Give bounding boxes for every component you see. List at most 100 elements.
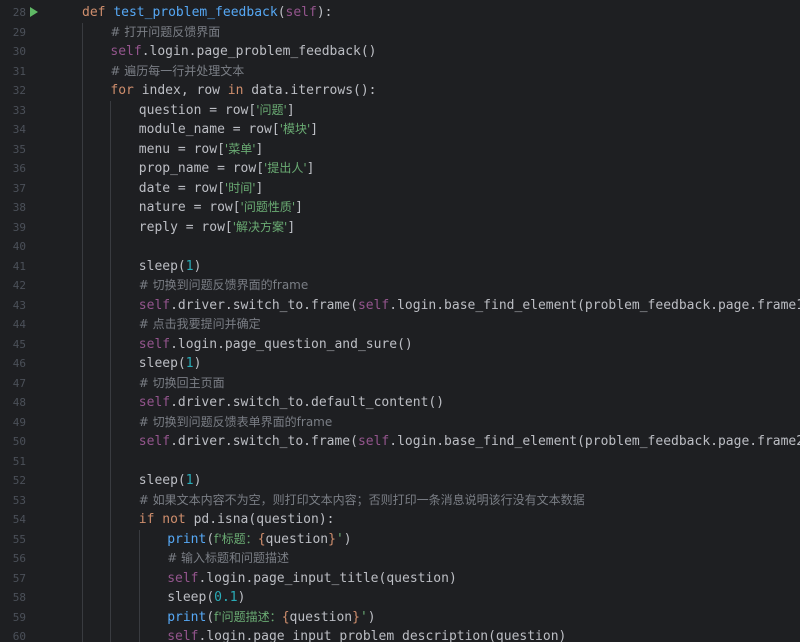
code-line[interactable]: 39 reply = row['解决方案'] (0, 217, 800, 237)
code-line[interactable]: 33 question = row['问题'] (0, 100, 800, 121)
line-number: 33 (12, 103, 26, 117)
code-text: question = row['问题'] (139, 101, 295, 121)
indent-guide (82, 100, 83, 120)
indent-guide (110, 315, 112, 335)
code-token: # 如果文本内容不为空，则打印文本内容；否则打印一条消息说明该行没有文本数据 (138, 492, 585, 507)
indent-guide (138, 607, 140, 627)
code-text: # 遍历每一行并处理文本 (110, 62, 244, 82)
code-line[interactable]: 29 # 打开问题反馈界面 (0, 22, 800, 42)
code-token: '菜单' (224, 141, 256, 156)
code-token: sleep( (138, 258, 186, 274)
code-text: nature = row['问题性质'] (139, 198, 303, 218)
code-token: self (110, 44, 142, 59)
code-line[interactable]: 34 module_name = row['模块'] (0, 120, 800, 140)
code-line[interactable]: 35 menu = row['菜单'] (0, 139, 800, 159)
line-number: 48 (12, 396, 26, 409)
code-line[interactable]: 56 # 输入标题和问题描述 (0, 549, 800, 569)
code-token: prop_name = row[ (138, 161, 265, 176)
indent-guide (110, 412, 112, 432)
code-line[interactable]: 38 nature = row['问题性质'] (0, 198, 800, 218)
code-token: pd.isna(question): (193, 512, 335, 527)
code-token: .login.base_find_element(problem_feedbac… (389, 297, 800, 313)
code-token: self (167, 629, 199, 642)
indent-guide (110, 627, 112, 642)
line-number: 51 (12, 454, 26, 468)
indent-guide (82, 237, 83, 257)
indent-guide (110, 373, 112, 393)
indent-guide (82, 81, 83, 101)
code-line[interactable]: 32 for index, row in data.iterrows(): (0, 81, 800, 101)
code-line[interactable]: 55 print(f'标题：{question}') (0, 529, 800, 549)
code-line[interactable]: 49 # 切换到问题反馈表单界面的frame (0, 412, 800, 432)
code-line[interactable]: 52 sleep(1) (0, 471, 800, 491)
code-line[interactable]: 43 self.driver.switch_to.frame(self.login… (0, 295, 800, 316)
indent-guide (82, 22, 83, 42)
indent-guide (110, 549, 112, 569)
code-token: test_problem_feedback (113, 5, 278, 20)
code-token: self (285, 5, 317, 20)
indent-guide (110, 256, 112, 276)
code-token: # 切换回主页面 (138, 375, 225, 390)
indent-guide (82, 295, 83, 315)
code-line[interactable]: 30 self.login.page_problem_feedback() (0, 42, 800, 62)
run-icon[interactable] (30, 7, 38, 17)
indent-guide (110, 393, 112, 413)
code-token: question = row[ (138, 102, 257, 118)
indent-guide (82, 373, 83, 393)
code-line[interactable]: 37 date = row['时间'] (0, 178, 800, 199)
code-line[interactable]: 45 self.login.page_question_and_sure() (0, 334, 800, 354)
code-token: def (82, 5, 114, 20)
code-line[interactable]: 36 prop_name = row['提出人'] (0, 159, 800, 179)
line-number: 47 (12, 376, 26, 390)
line-number: 34 (12, 123, 26, 136)
code-line[interactable]: 44 # 点击我要提问并确定 (0, 315, 800, 335)
code-token: 1 (185, 356, 194, 371)
code-token: ) (193, 356, 202, 371)
code-text: date = row['时间'] (139, 179, 264, 199)
indent-guide (82, 529, 83, 549)
indent-guide (138, 549, 140, 569)
indent-guide (138, 627, 140, 642)
code-text: # 点击我要提问并确定 (139, 315, 261, 335)
code-token: .login.page_problem_feedback() (141, 44, 377, 59)
code-line[interactable]: 60 self.login.page_input_problem_descript… (0, 627, 800, 642)
code-line[interactable]: 54 if not pd.isna(question): (0, 510, 800, 530)
code-token: } (352, 609, 360, 625)
code-token: self (138, 434, 171, 449)
indent-guide (110, 334, 112, 354)
code-line[interactable]: 59 print(f'问题描述：{question}') (0, 607, 800, 628)
code-token: # 切换到问题反馈表单界面的frame (138, 414, 333, 429)
code-text: sleep(1) (139, 354, 202, 374)
code-text: print(f'问题描述：{question}') (167, 608, 375, 628)
code-token: module_name = row[ (138, 122, 280, 137)
code-token: ( (206, 531, 215, 547)
code-line[interactable]: 40 (0, 237, 800, 257)
indent-guide (82, 607, 83, 627)
code-token: question (265, 531, 329, 547)
code-line[interactable]: 31 # 遍历每一行并处理文本 (0, 61, 800, 82)
code-token: f'问题描述： (214, 609, 282, 624)
code-line[interactable]: 42 # 切换到问题反馈界面的frame (0, 276, 800, 296)
code-line[interactable]: 47 # 切换回主页面 (0, 373, 800, 393)
line-number: 31 (12, 64, 26, 78)
indent-guide (82, 412, 83, 432)
indent-guide (82, 120, 83, 140)
code-line[interactable]: 57 self.login.page_input_title(question) (0, 568, 800, 588)
code-line[interactable]: 51 (0, 451, 800, 471)
code-token: 1 (185, 473, 194, 488)
code-text: sleep(0.1) (167, 588, 245, 608)
line-number: 60 (12, 630, 26, 642)
code-line[interactable]: 48 self.driver.switch_to.default_content(… (0, 393, 800, 413)
code-text: self.driver.switch_to.frame(self.login.b… (139, 296, 800, 316)
code-line[interactable]: 41 sleep(1) (0, 256, 800, 277)
code-line[interactable]: 53 # 如果文本内容不为空，则打印文本内容；否则打印一条消息说明该行没有文本数据 (0, 490, 800, 510)
code-line[interactable]: 50 self.driver.switch_to.frame(self.login… (0, 432, 800, 452)
code-editor[interactable]: 28 def test_problem_feedback(self): 29 # 打开… (0, 0, 800, 642)
code-token: ] (295, 200, 303, 215)
code-text: sleep(1) (139, 257, 202, 277)
code-line[interactable]: 46 sleep(1) (0, 354, 800, 374)
code-line[interactable]: 28 def test_problem_feedback(self): (0, 3, 800, 23)
indent-guide (82, 354, 83, 374)
code-line[interactable]: 58 sleep(0.1) (0, 588, 800, 608)
code-token: self (167, 570, 199, 586)
